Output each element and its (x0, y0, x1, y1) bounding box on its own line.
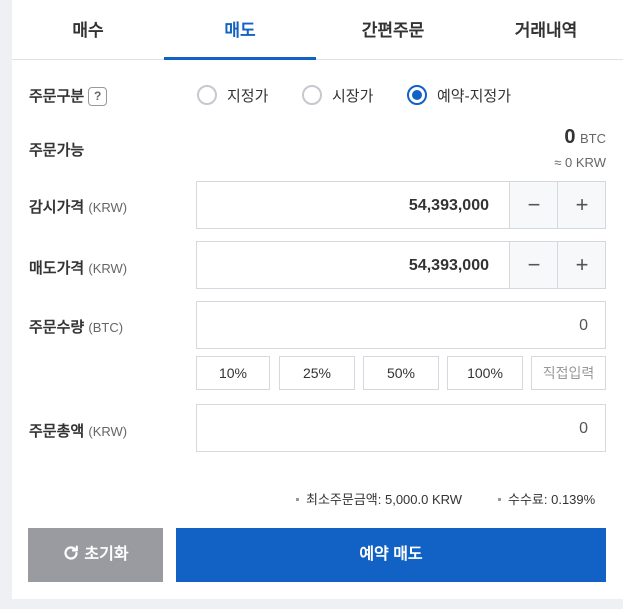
tab-buy[interactable]: 매수 (12, 0, 164, 60)
quantity-value[interactable]: 0 (579, 302, 588, 350)
sell-price-label: 매도가격 (KRW) (29, 257, 127, 278)
min-order-note: 최소주문금액: 5,000.0 KRW (296, 489, 462, 508)
approx-symbol: ≈ (554, 155, 562, 170)
available-krw: ≈ 0 KRW (554, 155, 606, 170)
watch-price-decrease-button[interactable]: − (509, 182, 557, 228)
fee-text: 수수료: 0.139% (508, 492, 596, 507)
total-label-text: 주문총액 (29, 423, 85, 440)
radio-limit-label: 지정가 (227, 87, 269, 105)
available-label: 주문가능 (29, 142, 85, 159)
sell-price-increase-button[interactable]: + (557, 242, 605, 288)
watch-price-label-text: 감시가격 (29, 199, 85, 216)
minus-icon: − (527, 252, 541, 277)
radio-market-label: 시장가 (332, 87, 374, 105)
bullet-icon (498, 498, 501, 501)
sell-price-label-text: 매도가격 (29, 260, 85, 277)
order-type-label: 주문구분? (29, 85, 108, 106)
total-value[interactable]: 0 (579, 405, 588, 453)
available-btc-unit: BTC (580, 131, 606, 146)
fee-note: 수수료: 0.139% (498, 489, 595, 508)
quantity-label-text: 주문수량 (29, 319, 85, 336)
min-order-text: 최소주문금액: 5,000.0 KRW (306, 492, 463, 507)
sell-price-value[interactable]: 54,393,000 (409, 242, 489, 290)
tab-sell[interactable]: 매도 (164, 0, 316, 60)
plus-icon: + (575, 192, 589, 217)
watch-price-input[interactable]: 54,393,000 − + (196, 181, 606, 229)
order-tabs: 매수 매도 간편주문 거래내역 (12, 0, 623, 60)
sell-price-decrease-button[interactable]: − (509, 242, 557, 288)
bullet-icon (296, 498, 299, 501)
available-krw-unit: KRW (575, 155, 606, 170)
radio-circle (302, 85, 322, 105)
sell-price-input[interactable]: 54,393,000 − + (196, 241, 606, 289)
total-unit: (KRW) (88, 424, 128, 439)
plus-icon: + (575, 252, 589, 277)
reset-button[interactable]: 초기화 (28, 528, 163, 582)
quantity-label: 주문수량 (BTC) (29, 316, 123, 337)
tab-simple-order[interactable]: 간편주문 (317, 0, 469, 60)
order-panel: 매수 매도 간편주문 거래내역 주문구분? 지정가 시장가 예약-지정가 주문가… (12, 0, 623, 599)
radio-market[interactable]: 시장가 (302, 84, 373, 106)
question-icon[interactable]: ? (88, 87, 108, 106)
order-type-label-text: 주문구분 (29, 88, 85, 105)
watch-price-increase-button[interactable]: + (557, 182, 605, 228)
total-input[interactable]: 0 (196, 404, 606, 452)
refresh-icon (64, 545, 79, 560)
watch-price-label: 감시가격 (KRW) (29, 196, 127, 217)
direct-input-button[interactable]: 직접입력 (531, 356, 606, 390)
radio-limit[interactable]: 지정가 (197, 84, 268, 106)
radio-circle (197, 85, 217, 105)
radio-circle-selected (407, 85, 427, 105)
watch-price-unit: (KRW) (88, 200, 128, 215)
quantity-input[interactable]: 0 (196, 301, 606, 349)
tab-history[interactable]: 거래내역 (470, 0, 622, 60)
available-btc-value: 0 (564, 126, 576, 148)
sell-price-unit: (KRW) (88, 261, 128, 276)
percent-10-button[interactable]: 10% (196, 356, 270, 390)
available-krw-value: 0 (565, 155, 573, 170)
percent-25-button[interactable]: 25% (279, 356, 355, 390)
available-amount: 0 BTC (564, 126, 606, 149)
reserve-sell-button[interactable]: 예약 매도 (176, 528, 606, 582)
percent-100-button[interactable]: 100% (447, 356, 523, 390)
percent-50-button[interactable]: 50% (363, 356, 439, 390)
minus-icon: − (527, 192, 541, 217)
watch-price-value[interactable]: 54,393,000 (409, 182, 489, 230)
reset-button-label: 초기화 (84, 546, 129, 563)
radio-reserved-limit[interactable]: 예약-지정가 (407, 84, 511, 106)
total-label: 주문총액 (KRW) (29, 420, 127, 441)
quantity-unit: (BTC) (88, 320, 124, 335)
radio-reserved-limit-label: 예약-지정가 (437, 87, 511, 105)
